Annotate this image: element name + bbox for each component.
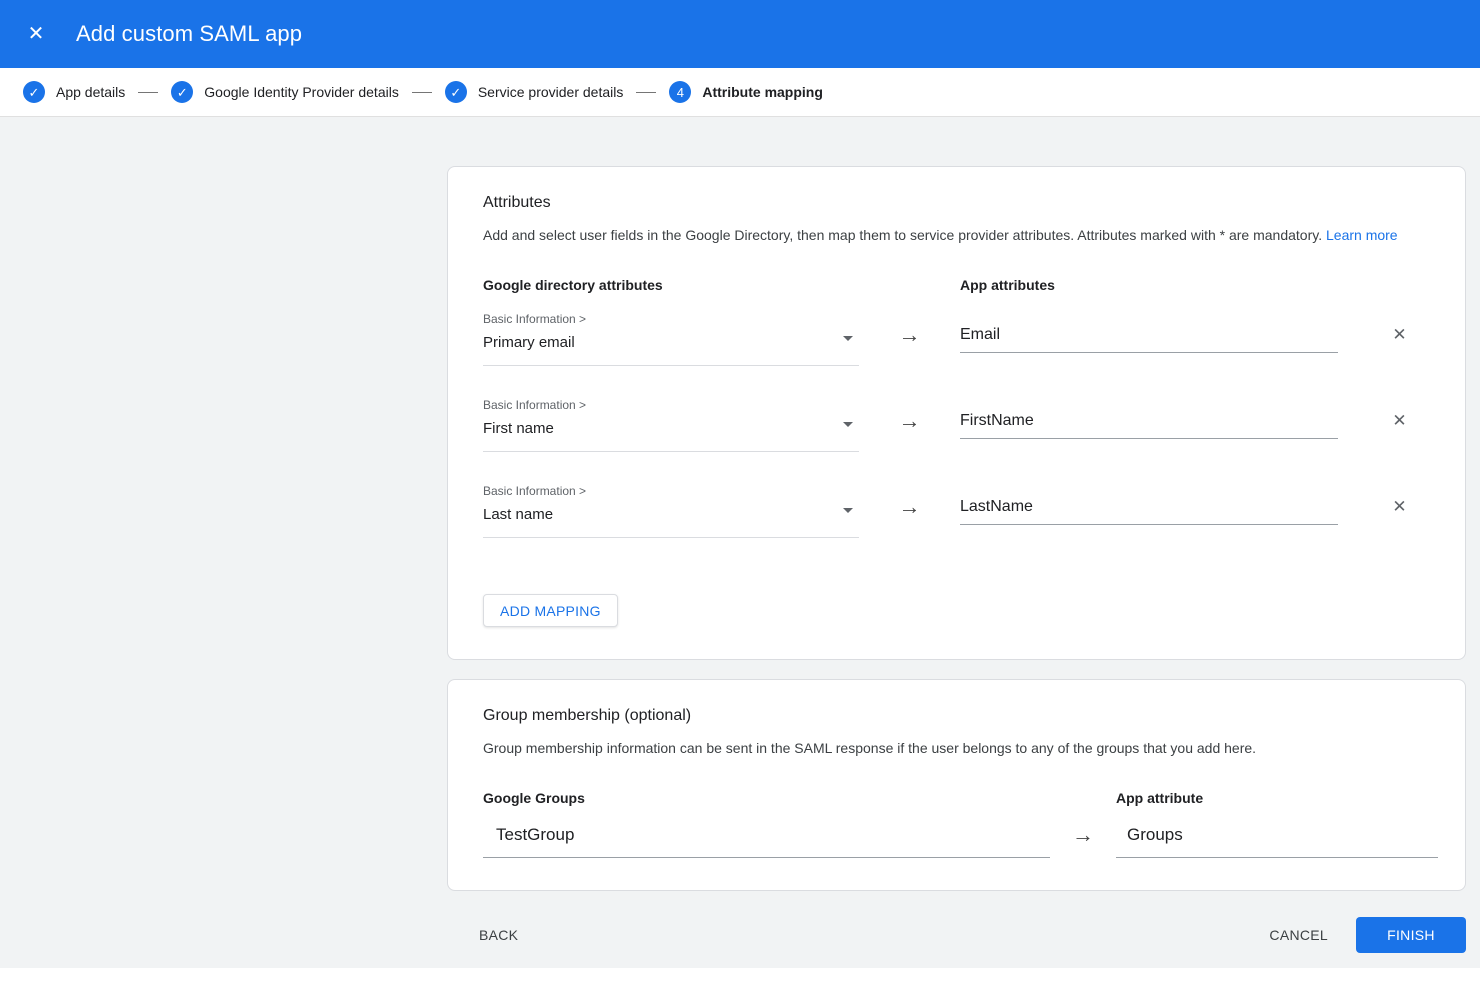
- mapping-arrow-cell: →: [859, 398, 960, 431]
- directory-attribute-select[interactable]: Basic Information > Primary email: [483, 312, 859, 366]
- close-icon: ✕: [28, 23, 45, 45]
- remove-mapping-button[interactable]: ✕: [1360, 412, 1439, 430]
- mapping-arrow-cell: →: [859, 312, 960, 345]
- select-value-label: First name: [483, 420, 859, 438]
- step-number-circle: 4: [669, 81, 691, 103]
- group-membership-card: Group membership (optional) Group member…: [447, 679, 1466, 891]
- select-category-label: Basic Information >: [483, 398, 859, 412]
- check-icon: ✓: [450, 86, 461, 99]
- step-connector: [636, 92, 656, 93]
- remove-mapping-button[interactable]: ✕: [1360, 326, 1439, 344]
- app-attribute-input[interactable]: [960, 326, 1338, 353]
- app-header: ✕ Add custom SAML app: [0, 0, 1480, 68]
- step-label: Service provider details: [478, 84, 624, 100]
- step-number: 4: [677, 86, 684, 99]
- remove-mapping-button[interactable]: ✕: [1360, 498, 1439, 516]
- directory-attribute-select[interactable]: Basic Information > First name: [483, 398, 859, 452]
- learn-more-link[interactable]: Learn more: [1326, 227, 1398, 243]
- cancel-button[interactable]: CANCEL: [1261, 919, 1336, 951]
- add-mapping-button[interactable]: ADD MAPPING: [483, 594, 618, 627]
- arrow-right-icon: →: [899, 325, 921, 345]
- mapping-row: Basic Information > Last name → ✕: [483, 484, 1439, 538]
- dropdown-arrow-icon: [843, 336, 853, 341]
- arrow-right-icon: →: [1072, 825, 1094, 845]
- column-header-app-attribute: App attribute: [1116, 790, 1438, 807]
- select-category-label: Basic Information >: [483, 484, 859, 498]
- group-mapping-row: →: [483, 819, 1439, 858]
- step-connector: [412, 92, 432, 93]
- step-service-provider-details[interactable]: ✓ Service provider details: [445, 81, 624, 103]
- attributes-card-description: Add and select user fields in the Google…: [483, 225, 1439, 245]
- step-circle-done: ✓: [23, 81, 45, 103]
- app-attribute-input[interactable]: [960, 412, 1338, 439]
- back-button[interactable]: BACK: [471, 919, 526, 951]
- column-headers: Google directory attributes App attribut…: [483, 277, 1439, 294]
- step-connector: [138, 92, 158, 93]
- column-header-google-directory: Google directory attributes: [483, 277, 859, 294]
- dialog-title: Add custom SAML app: [76, 21, 302, 47]
- close-icon: ✕: [1392, 411, 1406, 430]
- column-header-google-groups: Google Groups: [483, 790, 1050, 807]
- step-attribute-mapping[interactable]: 4 Attribute mapping: [669, 81, 823, 103]
- content-area: Attributes Add and select user fields in…: [0, 117, 1480, 968]
- step-circle-done: ✓: [445, 81, 467, 103]
- attributes-card-title: Attributes: [483, 194, 1439, 212]
- footer-actions: BACK CANCEL FINISH: [447, 891, 1466, 953]
- column-header-app-attributes: App attributes: [960, 277, 1338, 294]
- arrow-right-icon: →: [899, 411, 921, 431]
- mapping-row: Basic Information > First name → ✕: [483, 398, 1439, 452]
- group-column-headers: Google Groups App attribute: [483, 790, 1439, 807]
- close-icon: ✕: [1392, 497, 1406, 516]
- group-app-attribute-input[interactable]: [1116, 819, 1438, 858]
- finish-button[interactable]: FINISH: [1356, 917, 1466, 953]
- dropdown-arrow-icon: [843, 508, 853, 513]
- step-label: Attribute mapping: [702, 84, 823, 100]
- arrow-right-icon: →: [899, 497, 921, 517]
- group-arrow-cell: →: [1050, 819, 1116, 845]
- attributes-description-text: Add and select user fields in the Google…: [483, 227, 1322, 243]
- step-circle-done: ✓: [171, 81, 193, 103]
- check-icon: ✓: [29, 86, 40, 99]
- select-value-label: Last name: [483, 506, 859, 524]
- dropdown-arrow-icon: [843, 422, 853, 427]
- step-label: Google Identity Provider details: [204, 84, 399, 100]
- directory-attribute-select[interactable]: Basic Information > Last name: [483, 484, 859, 538]
- step-google-idp-details[interactable]: ✓ Google Identity Provider details: [171, 81, 399, 103]
- mapping-row: Basic Information > Primary email → ✕: [483, 312, 1439, 366]
- google-groups-input[interactable]: [483, 819, 1050, 858]
- stepper: ✓ App details ✓ Google Identity Provider…: [0, 68, 1480, 117]
- select-value-label: Primary email: [483, 334, 859, 352]
- step-label: App details: [56, 84, 125, 100]
- group-card-title: Group membership (optional): [483, 707, 1439, 725]
- step-app-details[interactable]: ✓ App details: [23, 81, 125, 103]
- close-button[interactable]: ✕: [22, 20, 50, 48]
- group-card-description: Group membership information can be sent…: [483, 738, 1439, 758]
- check-icon: ✓: [177, 86, 188, 99]
- app-attribute-input[interactable]: [960, 498, 1338, 525]
- mapping-arrow-cell: →: [859, 484, 960, 517]
- select-category-label: Basic Information >: [483, 312, 859, 326]
- attributes-card: Attributes Add and select user fields in…: [447, 166, 1466, 660]
- close-icon: ✕: [1392, 325, 1406, 344]
